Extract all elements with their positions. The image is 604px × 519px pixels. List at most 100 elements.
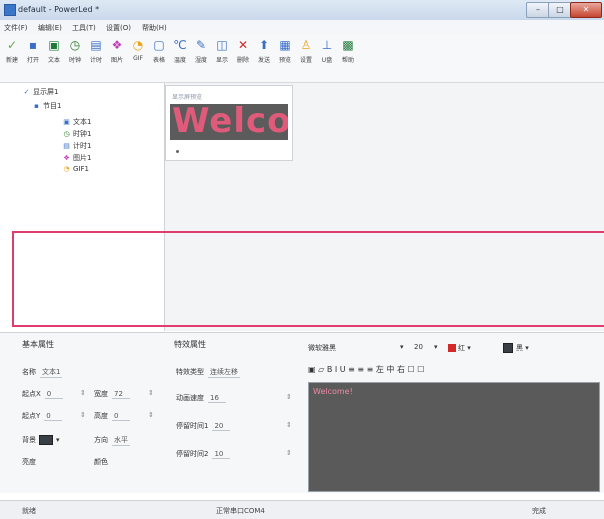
tree-node-label: 节目1 <box>43 102 62 110</box>
menu-edit[interactable]: 编辑(E) <box>38 23 62 33</box>
direction-select[interactable]: 水平 <box>112 435 130 446</box>
size-dropdown-icon[interactable]: ▾ <box>434 343 438 351</box>
height-stepper[interactable]: ⇕ <box>148 411 154 419</box>
open-icon: ▪ <box>28 38 38 52</box>
speed-input[interactable]: 16 <box>208 394 226 403</box>
x-stepper[interactable]: ⇕ <box>80 389 86 397</box>
stay-input[interactable]: 20 <box>212 422 231 431</box>
stay-stepper[interactable]: ⇕ <box>286 421 292 429</box>
status-port: 正常串口COM4 <box>216 507 265 515</box>
effect-select[interactable]: 连续左移 <box>208 367 240 378</box>
toolbar-label: GIF <box>133 55 143 62</box>
toolbar-button-humidity[interactable]: ✎ 湿度 <box>193 38 209 64</box>
tree-node[interactable]: ▤ 计时1 <box>62 141 91 152</box>
toolbar-button-table[interactable]: ▢ 表格 <box>151 38 167 64</box>
tree-node-label: 时钟1 <box>73 130 92 138</box>
width-input[interactable]: 72 <box>112 390 130 399</box>
minimize-button[interactable]: – <box>526 2 550 18</box>
program-icon: ▪ <box>34 102 39 110</box>
status-left: 就绪 <box>22 507 36 515</box>
tree-node-label: 显示屏1 <box>33 88 59 96</box>
app-icon <box>4 4 16 16</box>
toolbar-button-temperature[interactable]: ℃ 温度 <box>172 38 188 64</box>
background-swatch[interactable] <box>39 435 53 445</box>
preview-caption: 显示屏预览 <box>172 94 203 101</box>
toolbar-label: 设置 <box>299 57 312 64</box>
y-stepper[interactable]: ⇕ <box>80 411 86 419</box>
toolbar-button-display[interactable]: ◫ 显示 <box>214 38 230 64</box>
height-input[interactable]: 0 <box>112 412 130 421</box>
screen-preview[interactable]: 显示屏预览 Welcome! <box>165 85 293 161</box>
text-editor[interactable]: Welcome! <box>308 382 600 492</box>
y-input[interactable]: 0 <box>44 412 63 421</box>
toolbar-button-preview[interactable]: ▦ 预览 <box>277 38 293 64</box>
help-icon: ▩ <box>342 38 354 52</box>
toolbar-button-usb[interactable]: ⊥ U盘 <box>319 38 335 64</box>
clock-icon: ◷ <box>63 130 70 138</box>
menu-help[interactable]: 帮助(H) <box>142 23 167 33</box>
toolbar-button-new[interactable]: ✓ 新建 <box>4 38 20 64</box>
highlight-rectangle <box>12 231 604 327</box>
toolbar-button-text[interactable]: ▣ 文本 <box>46 38 62 64</box>
tree-node[interactable]: ◔ GIF1 <box>62 165 89 176</box>
toolbar-button-help[interactable]: ▩ 帮助 <box>340 38 356 64</box>
font-dropdown-icon[interactable]: ▾ <box>400 343 404 351</box>
name-input[interactable]: 文本1 <box>40 367 63 378</box>
usb-icon: ⊥ <box>321 38 333 52</box>
tree-node[interactable]: ✓ 显示屏1 <box>22 87 59 98</box>
toolbar-button-delete[interactable]: ✕ 删除 <box>235 38 251 64</box>
stay2-input[interactable]: 10 <box>212 450 231 459</box>
background-row: 背景 ▾ <box>22 435 60 445</box>
toolbar-button-timer[interactable]: ▤ 计时 <box>88 38 104 64</box>
toolbar-button-send[interactable]: ⬆ 发送 <box>256 38 272 64</box>
tree-node[interactable]: ❖ 图片1 <box>62 153 91 164</box>
back-color-select[interactable]: 黑 ▾ <box>500 343 529 353</box>
stay2-label: 停留时间2 <box>176 450 209 458</box>
toolbar-button-gif[interactable]: ◔ GIF <box>130 38 146 62</box>
font-size-select[interactable]: 20 <box>414 343 423 351</box>
background-label: 背景 <box>22 436 36 444</box>
image-icon: ❖ <box>63 154 70 162</box>
maximize-button[interactable]: □ <box>548 2 572 18</box>
format-buttons[interactable]: B I U ≡ ≡ ≡ 左 中 右 ☐ ☐ <box>327 365 425 374</box>
text-color-select[interactable]: 红 ▾ <box>446 343 471 353</box>
timer-icon: ▤ <box>63 142 70 150</box>
status-right: 完成 <box>532 507 546 515</box>
tree-node[interactable]: ◷ 时钟1 <box>62 129 91 140</box>
menu-file[interactable]: 文件(F) <box>4 23 28 33</box>
screen-icon: ✓ <box>23 88 30 96</box>
stay-label: 停留时间1 <box>176 422 209 430</box>
menu-tools[interactable]: 工具(T) <box>72 23 96 33</box>
font-select[interactable]: 微软雅黑 <box>308 343 336 353</box>
toolbar-button-image[interactable]: ❖ 图片 <box>109 38 125 64</box>
toolbar-label: 打开 <box>26 57 39 64</box>
close-button[interactable]: ✕ <box>570 2 602 18</box>
chevron-down-icon[interactable]: ▾ <box>56 436 60 444</box>
tree-node[interactable]: ▣ 文本1 <box>62 117 91 128</box>
delete-icon: ✕ <box>237 38 249 52</box>
toolbar-label: 表格 <box>152 57 165 64</box>
stay-row: 停留时间1 20 <box>176 421 231 431</box>
editor-text[interactable]: Welcome! <box>313 387 353 396</box>
save-icon[interactable]: ▣ <box>308 365 316 374</box>
text-color-label: 红 <box>458 344 465 352</box>
back-color-label: 黑 <box>516 344 523 352</box>
gif-icon: ◔ <box>132 38 144 52</box>
toolbar-button-clock[interactable]: ◷ 时钟 <box>67 38 83 64</box>
menu-settings[interactable]: 设置(O) <box>106 23 131 33</box>
toolbar-button-settings[interactable]: ♙ 设置 <box>298 38 314 64</box>
width-stepper[interactable]: ⇕ <box>148 389 154 397</box>
stay2-stepper[interactable]: ⇕ <box>286 449 292 457</box>
new-icon: ✓ <box>6 38 18 52</box>
toolbar-label: 计时 <box>89 57 102 64</box>
toolbar-button-open[interactable]: ▪ 打开 <box>25 38 41 64</box>
humidity-icon: ✎ <box>195 38 207 52</box>
toolbar-label: U盘 <box>321 57 333 64</box>
tree-node-label: 文本1 <box>73 118 92 126</box>
speed-stepper[interactable]: ⇕ <box>286 393 292 401</box>
toolbar-label: 预览 <box>278 57 291 64</box>
x-input[interactable]: 0 <box>44 390 63 399</box>
tree-node[interactable]: ▪ 节目1 <box>32 101 61 112</box>
open-icon[interactable]: ▱ <box>318 365 324 374</box>
width-label: 宽度 <box>94 390 108 398</box>
